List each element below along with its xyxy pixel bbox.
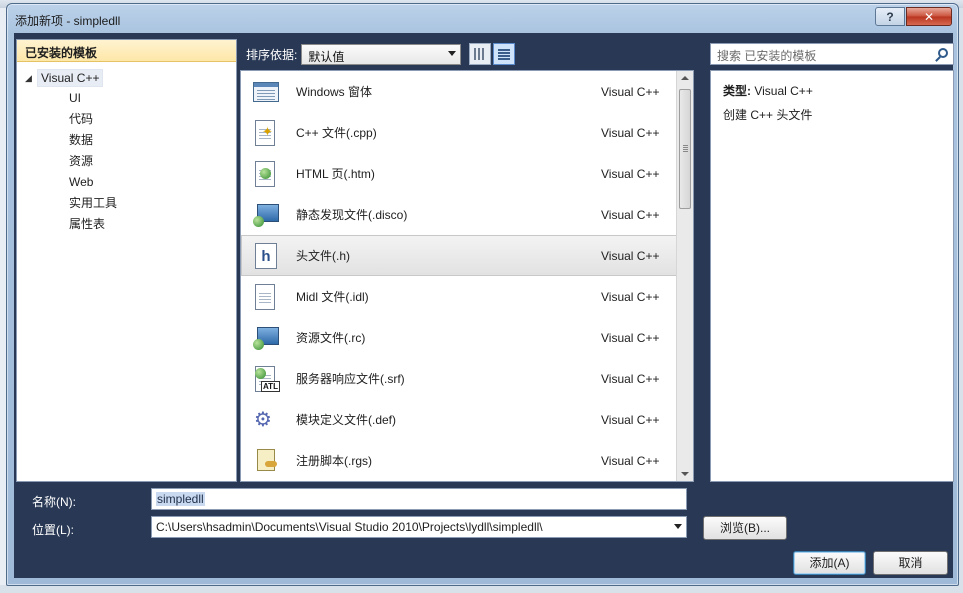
template-type-value: Visual C++ — [754, 84, 813, 98]
template-name: 注册脚本(.rgs) — [296, 454, 372, 468]
browse-button[interactable]: 浏览(B)... — [703, 516, 787, 540]
template-name: C++ 文件(.cpp) — [296, 126, 377, 140]
installed-templates-panel: 已安装的模板 ◢ Visual C++ UI 代码 数据 资源 Web 实用工具… — [16, 39, 237, 482]
scroll-down-icon[interactable] — [681, 472, 689, 476]
tree-expand-icon[interactable]: ◢ — [25, 73, 37, 84]
chevron-down-icon[interactable] — [674, 524, 682, 529]
window-title: 添加新项 - simpledll — [15, 14, 121, 28]
background-ide-bottom — [0, 585, 963, 593]
location-combobox[interactable]: C:\Users\hsadmin\Documents\Visual Studio… — [151, 516, 687, 538]
template-language: Visual C++ — [601, 412, 660, 427]
midl-file-icon — [252, 283, 280, 311]
list-view-icon — [498, 48, 511, 60]
scroll-up-icon[interactable] — [681, 76, 689, 80]
template-language: Visual C++ — [601, 330, 660, 345]
list-view-button[interactable] — [493, 43, 516, 65]
template-list-scrollbar[interactable] — [676, 71, 693, 481]
tree-item-resource[interactable]: 资源 — [25, 151, 236, 172]
template-name: 头文件(.h) — [296, 249, 351, 263]
name-input-value: simpledll — [156, 492, 205, 506]
srf-file-icon: ATL — [252, 365, 280, 393]
sort-label: 排序依据: — [246, 47, 298, 62]
template-row-windows-form[interactable]: Windows 窗体 Visual C++ — [241, 71, 678, 112]
small-icons-view-button[interactable] — [469, 43, 492, 65]
tree-item-utility[interactable]: 实用工具 — [25, 193, 236, 214]
close-button[interactable]: ✕ — [906, 7, 952, 26]
search-installed-templates-input[interactable]: 搜索 已安装的模板 — [710, 43, 954, 65]
template-row-midl-file[interactable]: Midl 文件(.idl) Visual C++ — [241, 276, 678, 317]
add-button[interactable]: 添加(A) — [793, 551, 866, 575]
template-details-panel: 类型: Visual C++ 创建 C++ 头文件 — [710, 70, 954, 482]
dialog-client-area: 已安装的模板 ◢ Visual C++ UI 代码 数据 资源 Web 实用工具… — [14, 33, 954, 578]
template-row-resource-file[interactable]: 资源文件(.rc) Visual C++ — [241, 317, 678, 358]
template-language: Visual C++ — [601, 125, 660, 140]
search-placeholder: 搜索 已安装的模板 — [717, 49, 817, 63]
sort-toolbar: 排序依据: 默认值 — [240, 39, 694, 69]
template-name: 资源文件(.rc) — [296, 331, 366, 345]
template-row-rgs-file[interactable]: 注册脚本(.rgs) Visual C++ — [241, 440, 678, 481]
windows-form-icon — [252, 78, 280, 106]
def-file-icon: ⚙ — [254, 408, 272, 431]
template-list-items: Windows 窗体 Visual C++ ✦ C++ 文件(.cpp) Vis… — [241, 71, 678, 481]
template-language: Visual C++ — [601, 453, 660, 468]
tree-item-data[interactable]: 数据 — [25, 130, 236, 151]
rgs-file-icon — [252, 447, 280, 475]
help-button[interactable]: ? — [875, 7, 905, 26]
title-bar[interactable]: 添加新项 - simpledll ? ✕ — [7, 4, 958, 34]
tree-item-property-sheet[interactable]: 属性表 — [25, 214, 236, 235]
search-icon[interactable] — [938, 48, 948, 58]
template-type-line: 类型: Visual C++ — [723, 79, 941, 103]
chevron-down-icon — [448, 50, 457, 56]
template-row-html-page[interactable]: HTML 页(.htm) Visual C++ — [241, 153, 678, 194]
template-name: HTML 页(.htm) — [296, 167, 375, 181]
name-input[interactable]: simpledll — [151, 488, 687, 510]
sort-select-value: 默认值 — [308, 49, 345, 64]
cpp-file-icon: ✦ — [252, 119, 280, 147]
tree-item-visual-cpp[interactable]: ◢ Visual C++ — [25, 68, 236, 88]
template-language: Visual C++ — [601, 207, 660, 222]
template-description: 创建 C++ 头文件 — [723, 108, 813, 122]
template-language: Visual C++ — [601, 84, 660, 99]
html-page-icon — [252, 160, 280, 188]
template-row-header-file[interactable]: h 头文件(.h) Visual C++ — [241, 235, 678, 276]
cancel-button[interactable]: 取消 — [873, 551, 948, 575]
template-name: Midl 文件(.idl) — [296, 290, 369, 304]
template-row-def-file[interactable]: ⚙ 模块定义文件(.def) Visual C++ — [241, 399, 678, 440]
disco-file-icon — [252, 201, 280, 229]
template-type-label: 类型: — [723, 84, 751, 98]
sort-select[interactable]: 默认值 — [301, 43, 462, 65]
location-value: C:\Users\hsadmin\Documents\Visual Studio… — [156, 520, 543, 534]
tree-item-label: Visual C++ — [37, 69, 104, 87]
resource-file-icon — [252, 324, 280, 352]
template-name: 服务器响应文件(.srf) — [296, 372, 405, 386]
template-list: Windows 窗体 Visual C++ ✦ C++ 文件(.cpp) Vis… — [240, 70, 694, 482]
header-file-icon: h — [252, 242, 280, 270]
title-buttons: ? ✕ — [875, 7, 952, 26]
template-language: Visual C++ — [601, 248, 660, 263]
add-new-item-dialog: 添加新项 - simpledll ? ✕ 已安装的模板 ◢ Visual C++… — [6, 3, 959, 586]
tree-item-code[interactable]: 代码 — [25, 109, 236, 130]
template-language: Visual C++ — [601, 371, 660, 386]
template-name: Windows 窗体 — [296, 85, 373, 99]
template-language: Visual C++ — [601, 166, 660, 181]
name-label: 名称(N): — [32, 495, 76, 509]
template-row-srf-file[interactable]: ATL 服务器响应文件(.srf) Visual C++ — [241, 358, 678, 399]
template-category-tree: ◢ Visual C++ UI 代码 数据 资源 Web 实用工具 属性表 — [17, 62, 236, 235]
tree-item-ui[interactable]: UI — [25, 88, 236, 109]
location-label: 位置(L): — [32, 523, 75, 537]
template-row-cpp-file[interactable]: ✦ C++ 文件(.cpp) Visual C++ — [241, 112, 678, 153]
template-row-disco-file[interactable]: 静态发现文件(.disco) Visual C++ — [241, 194, 678, 235]
template-name: 模块定义文件(.def) — [296, 413, 397, 427]
grid-view-icon — [474, 48, 487, 60]
template-name: 静态发现文件(.disco) — [296, 208, 408, 222]
scrollbar-thumb[interactable] — [679, 89, 691, 209]
installed-templates-header: 已安装的模板 — [17, 40, 236, 62]
template-language: Visual C++ — [601, 289, 660, 304]
tree-item-web[interactable]: Web — [25, 172, 236, 193]
